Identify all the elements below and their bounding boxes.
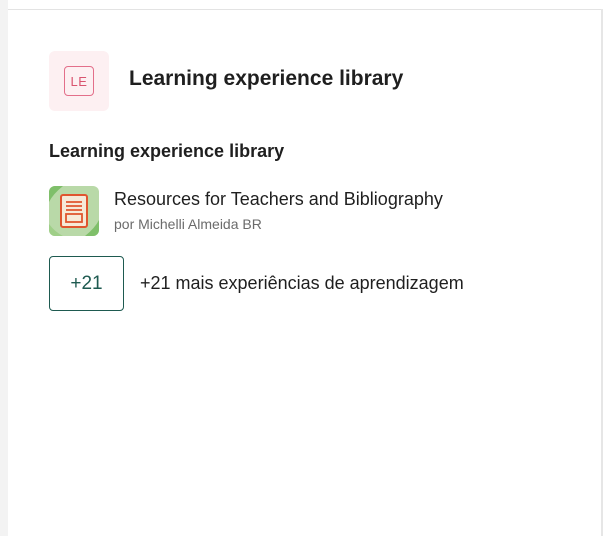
more-experiences-button[interactable]: +21: [49, 256, 124, 311]
page-title: Learning experience library: [129, 67, 404, 90]
more-experiences-label[interactable]: +21 mais experiências de aprendizagem: [140, 273, 464, 294]
document-icon[interactable]: [49, 186, 99, 236]
resource-thumbnail-graphic: [49, 186, 99, 236]
library-badge-icon: LE: [49, 51, 109, 111]
section-heading: Learning experience library: [49, 141, 285, 161]
left-rail: [0, 0, 8, 536]
resource-author: por Michelli Almeida BR: [114, 216, 262, 232]
resource-title-link[interactable]: Resources for Teachers and Bibliography: [114, 189, 443, 210]
library-badge-label: LE: [64, 66, 94, 96]
top-divider: [8, 9, 603, 10]
